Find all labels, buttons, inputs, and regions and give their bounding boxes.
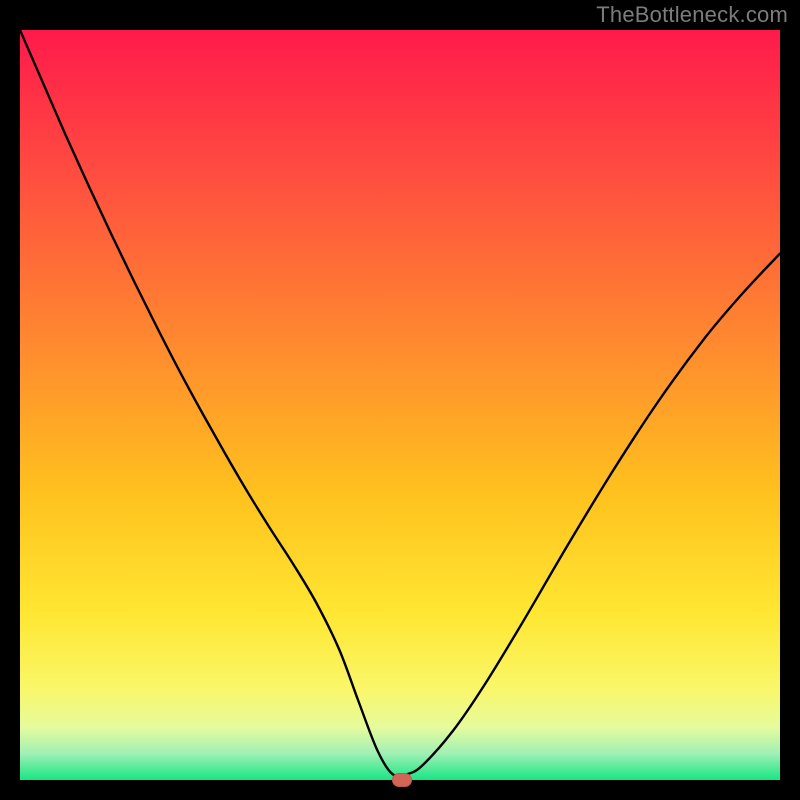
chart-background	[20, 30, 780, 780]
watermark-text: TheBottleneck.com	[596, 2, 788, 28]
bottleneck-marker	[392, 773, 412, 787]
chart-plot-area	[20, 30, 780, 780]
chart-svg	[20, 30, 780, 780]
chart-frame: TheBottleneck.com	[0, 0, 800, 800]
